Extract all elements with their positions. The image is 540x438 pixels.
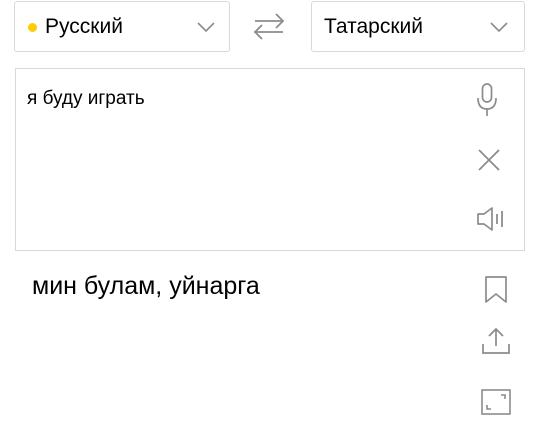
clear-text-button[interactable] — [478, 149, 500, 171]
chevron-down-icon — [489, 20, 509, 34]
listen-source-button[interactable] — [476, 206, 508, 232]
bookmark-icon — [485, 276, 507, 303]
source-language-select[interactable]: Русский — [14, 1, 230, 52]
source-language-label: Русский — [45, 15, 123, 38]
swap-arrows-icon — [253, 13, 285, 40]
target-language-label: Татарский — [324, 15, 423, 38]
swap-languages-button[interactable] — [249, 10, 289, 42]
translation-text: мин булам, уйнарга — [32, 272, 260, 300]
speaker-icon — [477, 207, 503, 231]
close-icon — [478, 149, 500, 171]
source-text[interactable]: я буду играть — [27, 87, 145, 111]
source-text-area[interactable]: я буду играть — [15, 68, 525, 251]
share-button[interactable] — [481, 327, 511, 355]
fullscreen-icon — [481, 389, 511, 415]
chevron-down-icon — [196, 20, 216, 34]
target-language-select[interactable]: Татарский — [311, 1, 525, 52]
fullscreen-button[interactable] — [481, 389, 511, 415]
microphone-icon — [477, 83, 497, 116]
bookmark-button[interactable] — [484, 276, 508, 304]
voice-input-button[interactable] — [476, 83, 498, 117]
source-language-dot — [28, 23, 37, 32]
share-icon — [482, 327, 510, 354]
